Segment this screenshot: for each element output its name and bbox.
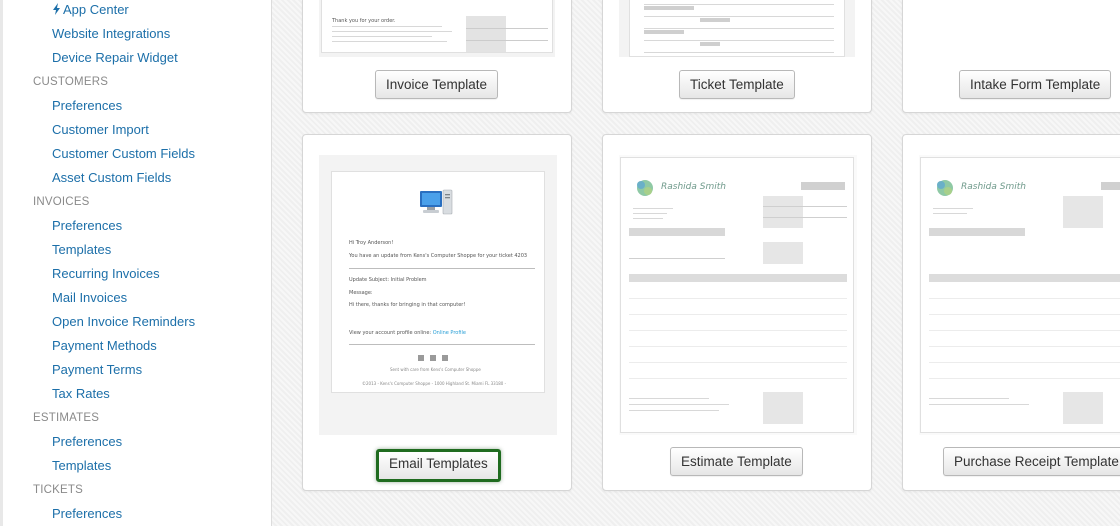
invoice-template-button[interactable]: Invoice Template: [375, 70, 499, 99]
intake-form-template-button[interactable]: Intake Form Template: [959, 70, 1112, 99]
email-message: Hi there, thanks for bringing in that co…: [349, 302, 466, 308]
sidebar-item-label: Preferences: [52, 98, 123, 113]
bolt-icon: [53, 3, 60, 15]
twitter-icon: [430, 355, 436, 361]
sidebar-item-label: Customer Custom Fields: [52, 146, 196, 161]
sidebar-item-label: App Center: [63, 2, 129, 17]
sidebar-item-label: Customer Import: [52, 122, 149, 137]
sidebar-nav: App Center Website Integrations Device Rep…: [0, 0, 271, 526]
sidebar-item-label: Templates: [52, 458, 112, 473]
sidebar-item-preferences[interactable]: Preferences: [0, 214, 271, 238]
google-plus-icon: [442, 355, 448, 361]
email-templates-card: Hi Troy Anderson! You have an update fro…: [302, 134, 572, 491]
sidebar-item-asset-custom-fields[interactable]: Asset Custom Fields: [0, 166, 271, 190]
sidebar-item-device-repair-widget[interactable]: Device Repair Widget: [0, 46, 271, 70]
email-subject: Update Subject: Initial Problem: [349, 277, 427, 283]
sidebar-item-label: Templates: [52, 242, 112, 257]
brand-logo-icon: [937, 180, 953, 196]
sidebar-item-payment-methods[interactable]: Payment Methods: [0, 334, 271, 358]
ticket-template-button[interactable]: Ticket Template: [679, 70, 795, 99]
sidebar-item-app-center[interactable]: App Center: [0, 0, 271, 22]
receipt-brand: Rashida Smith: [961, 182, 1026, 192]
sidebar-item-website-integrations[interactable]: Website Integrations: [0, 22, 271, 46]
sidebar-item-label: Preferences: [52, 434, 123, 449]
sidebar-item-open-invoice-reminders[interactable]: Open Invoice Reminders: [0, 310, 271, 334]
facebook-icon: [418, 355, 424, 361]
sidebar-item-label: Payment Methods: [52, 338, 157, 353]
brand-logo-icon: [637, 180, 653, 196]
sidebar-item-label: Tax Rates: [52, 386, 110, 401]
invoice-template-thumbnail: Thank you for your order.: [319, 0, 555, 57]
email-profile-link: Online Profile: [432, 330, 466, 336]
invoice-template-card: Thank you for your order. Invoice Templa…: [302, 0, 572, 113]
sidebar-item-label: Recurring Invoices: [52, 266, 160, 281]
sidebar-item-recurring-invoices[interactable]: Recurring Invoices: [0, 262, 271, 286]
purchase-receipt-template-card: Rashida Smith Purchase Receipt Template: [902, 134, 1120, 491]
sidebar-item-label: Asset Custom Fields: [52, 170, 172, 185]
email-template-thumbnail: Hi Troy Anderson! You have an update fro…: [319, 155, 557, 435]
sidebar-item-label: Preferences: [52, 506, 123, 521]
computer-icon: [420, 189, 453, 215]
ticket-template-thumbnail: [619, 0, 855, 57]
sidebar-heading-tickets: TICKETS: [33, 484, 83, 496]
sidebar-heading-invoices: INVOICES: [33, 196, 90, 208]
email-footer1: Sent with care from Kens's Computer Shop…: [390, 367, 481, 372]
sidebar-item-preferences[interactable]: Preferences: [0, 430, 271, 454]
sidebar-item-templates[interactable]: Templates: [0, 238, 271, 262]
sidebar-item-customer-custom-fields[interactable]: Customer Custom Fields: [0, 142, 271, 166]
purchase-receipt-template-thumbnail: Rashida Smith: [919, 155, 1120, 435]
sidebar-item-label: Website Integrations: [52, 26, 171, 41]
sidebar-item-templates[interactable]: Templates: [0, 454, 271, 478]
sidebar-item-preferences[interactable]: Preferences: [0, 94, 271, 118]
email-greeting: Hi Troy Anderson!: [349, 240, 394, 246]
purchase-receipt-template-button[interactable]: Purchase Receipt Template: [943, 447, 1120, 476]
templates-grid: Thank you for your order. Invoice Templa…: [272, 0, 1120, 526]
email-profile-text: View your account profile online: Online…: [349, 330, 466, 336]
email-footer2: ©2013 - Kens's Computer Shoppe - 1000 Hi…: [362, 381, 507, 386]
sidebar-item-preferences[interactable]: Preferences: [0, 502, 271, 526]
email-message-label: Message:: [349, 290, 373, 296]
intake-form-template-card: Intake Form Template: [902, 0, 1120, 113]
email-templates-button[interactable]: Email Templates: [376, 449, 501, 482]
sidebar-item-label: Device Repair Widget: [52, 50, 178, 65]
sidebar-item-customer-import[interactable]: Customer Import: [0, 118, 271, 142]
sidebar-item-label: Open Invoice Reminders: [52, 314, 196, 329]
sidebar-item-mail-invoices[interactable]: Mail Invoices: [0, 286, 271, 310]
sidebar-item-label: Mail Invoices: [52, 290, 128, 305]
sidebar-item-tax-rates[interactable]: Tax Rates: [0, 382, 271, 406]
estimate-template-card: Rashida Smith Estimate Template: [602, 134, 872, 491]
sidebar-item-label: Preferences: [52, 218, 123, 233]
sidebar-item-payment-terms[interactable]: Payment Terms: [0, 358, 271, 382]
estimate-brand: Rashida Smith: [661, 182, 726, 192]
estimate-template-thumbnail: Rashida Smith: [619, 155, 857, 435]
estimate-template-button[interactable]: Estimate Template: [670, 447, 803, 476]
settings-sidebar: App Center Website Integrations Device Rep…: [0, 0, 272, 526]
ticket-template-card: Ticket Template: [602, 0, 872, 113]
email-preview-paper: Hi Troy Anderson! You have an update fro…: [331, 171, 545, 393]
sidebar-item-label: Payment Terms: [52, 362, 143, 377]
email-line1: You have an update from Kens's Computer …: [349, 253, 528, 259]
sidebar-heading-estimates: ESTIMATES: [33, 412, 100, 424]
sidebar-heading-customers: CUSTOMERS: [33, 76, 109, 88]
